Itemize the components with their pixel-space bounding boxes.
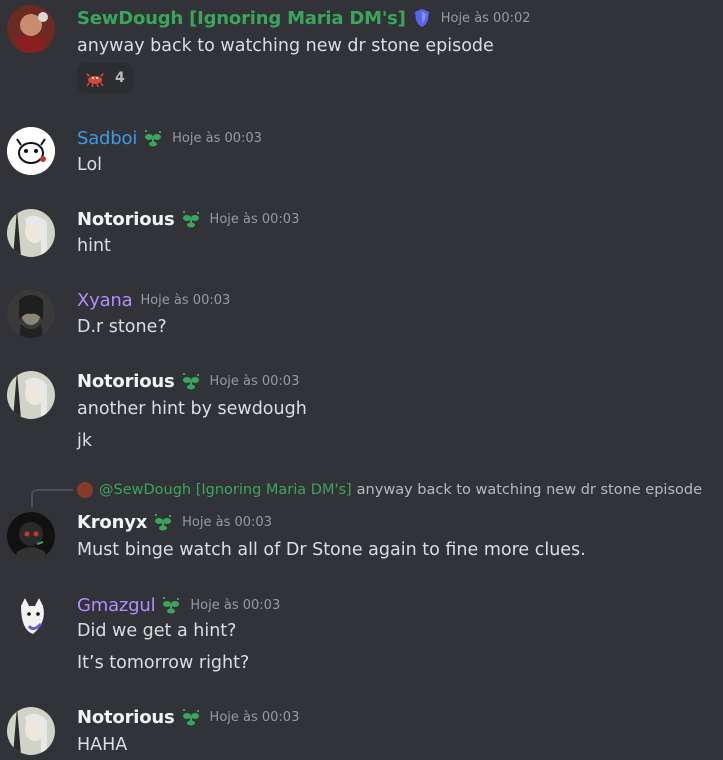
timestamp: Hoje às 00:03: [209, 709, 300, 725]
username[interactable]: Kronyx: [77, 512, 147, 533]
avatar[interactable]: [7, 371, 55, 419]
avatar[interactable]: [7, 127, 55, 175]
timestamp: Hoje às 00:03: [209, 211, 300, 227]
reply-preview[interactable]: @SewDough [Ignoring Maria DM's] anyway b…: [77, 482, 702, 498]
message-text: It’s tomorrow right?: [77, 653, 250, 673]
username[interactable]: SewDough [Ignoring Maria DM's]: [77, 8, 406, 29]
message-text: another hint by sewdough: [77, 399, 307, 419]
avatar[interactable]: [7, 512, 55, 560]
reaction-button[interactable]: 4: [77, 63, 133, 93]
reply-connector: [31, 489, 73, 507]
message-text: D.r stone?: [77, 317, 167, 337]
username[interactable]: Notorious: [77, 209, 175, 230]
avatar[interactable]: [7, 290, 55, 338]
message-text: hint: [77, 236, 111, 256]
message-text: HAHA: [77, 735, 128, 755]
message-text: Lol: [77, 155, 103, 175]
username[interactable]: Xyana: [77, 290, 133, 311]
sprout-icon: [152, 511, 174, 533]
sprout-icon: [180, 706, 202, 728]
username[interactable]: Gmazgul: [77, 595, 156, 616]
sprout-icon: [180, 208, 202, 230]
avatar[interactable]: [7, 707, 55, 755]
timestamp: Hoje às 00:03: [182, 514, 272, 530]
reply-text[interactable]: anyway back to watching new dr stone epi…: [357, 482, 702, 498]
reply-mention[interactable]: @SewDough [Ignoring Maria DM's]: [99, 482, 352, 498]
message-text: jk: [77, 431, 92, 451]
timestamp: Hoje às 00:03: [140, 293, 231, 308]
sprout-icon: [160, 594, 182, 616]
sprout-icon: [142, 127, 164, 149]
timestamp: Hoje às 00:03: [190, 597, 281, 613]
reply-avatar: [77, 482, 93, 498]
avatar[interactable]: [7, 5, 55, 53]
avatar[interactable]: [7, 209, 55, 257]
crab-emoji-icon: [85, 69, 105, 88]
username[interactable]: Notorious: [77, 371, 175, 392]
username[interactable]: Notorious: [77, 707, 175, 728]
avatar[interactable]: [7, 594, 55, 642]
shield-icon: [411, 7, 433, 29]
sprout-icon: [180, 370, 202, 392]
message-text: Did we get a hint?: [77, 621, 237, 641]
message-text: Must binge watch all of Dr Stone again t…: [77, 540, 586, 560]
timestamp: Hoje às 00:03: [209, 373, 300, 389]
reaction-count: 4: [115, 70, 125, 86]
message-text: anyway back to watching new dr stone epi…: [77, 36, 494, 56]
timestamp: Hoje às 00:02: [440, 10, 531, 26]
username[interactable]: Sadboi: [77, 128, 137, 149]
timestamp: Hoje às 00:03: [172, 130, 262, 146]
